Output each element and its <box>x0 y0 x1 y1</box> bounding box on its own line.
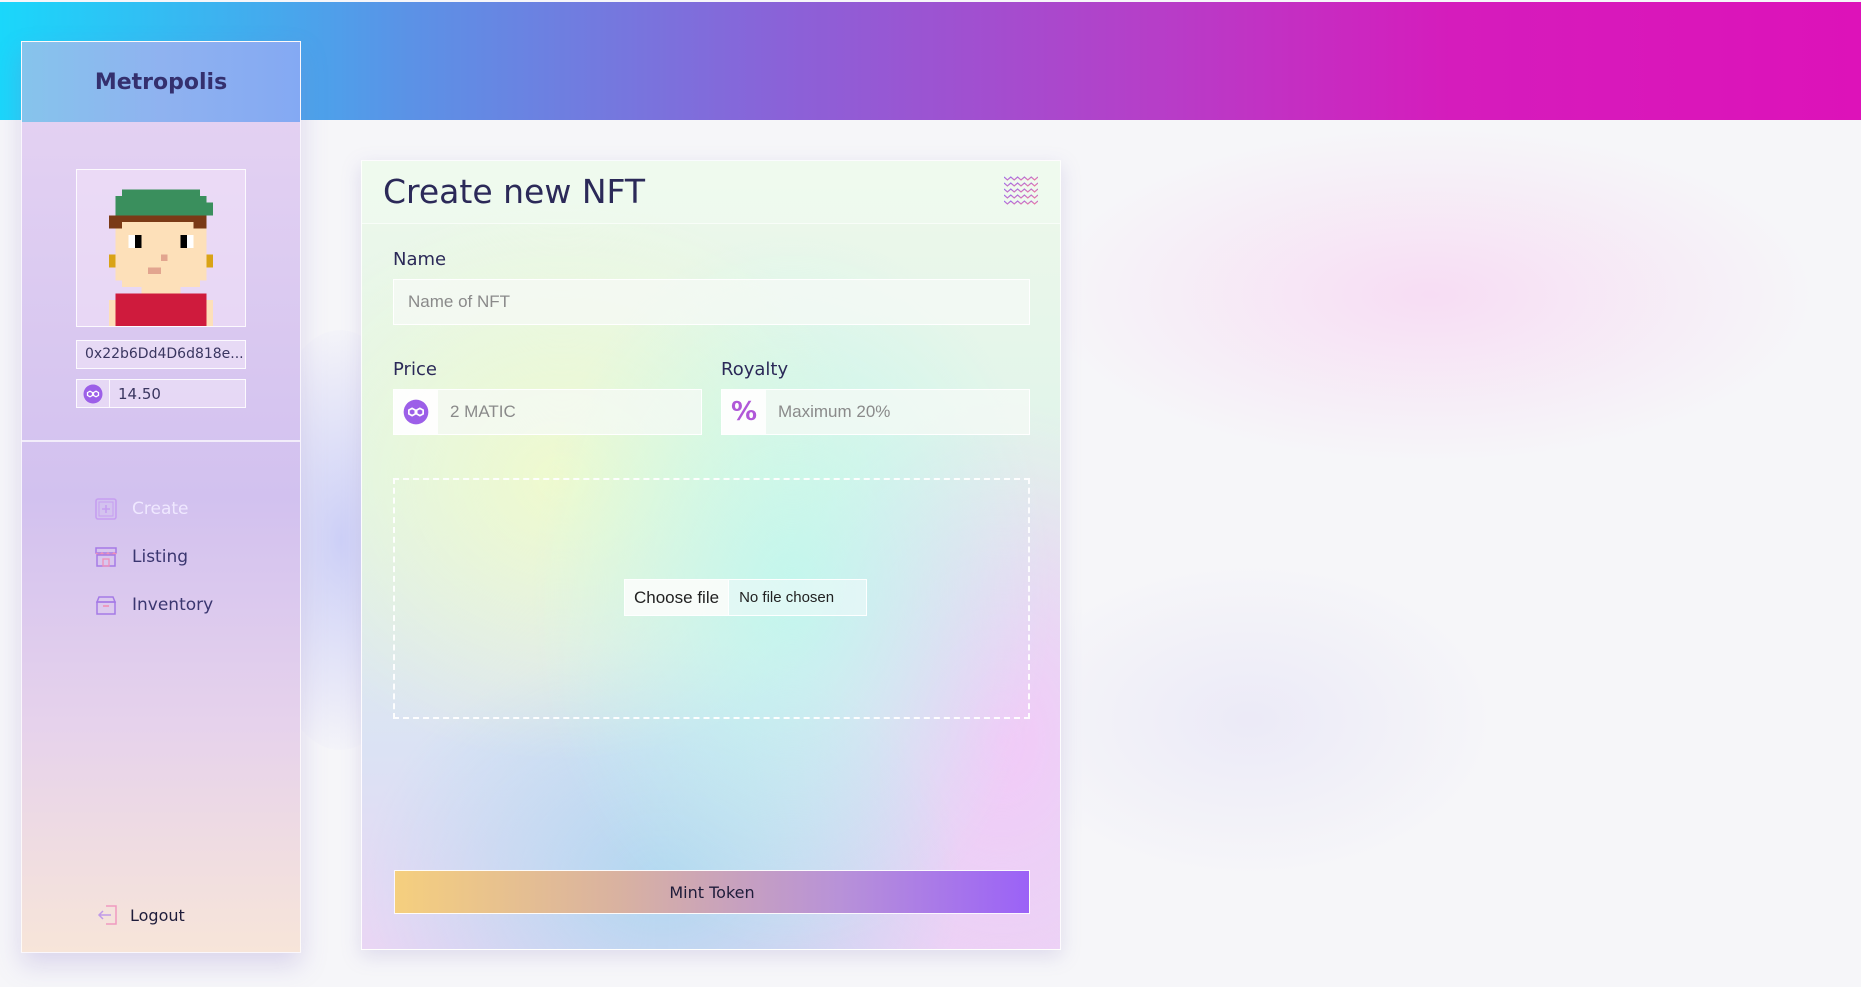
logout-icon <box>96 903 120 927</box>
price-label: Price <box>393 359 437 380</box>
wave-pattern-icon <box>1003 174 1039 208</box>
logout-button[interactable]: Logout <box>96 903 185 927</box>
sidebar-item-label: Inventory <box>132 595 214 615</box>
mint-token-button[interactable]: Mint Token <box>394 870 1030 914</box>
box-icon <box>94 593 118 617</box>
royalty-input[interactable] <box>766 390 1029 434</box>
sidebar-item-listing[interactable]: Listing <box>94 542 188 572</box>
name-label: Name <box>393 249 447 270</box>
price-input[interactable] <box>438 390 701 434</box>
page-title: Create new NFT <box>383 172 646 211</box>
create-square-icon <box>94 497 118 521</box>
percent-icon: % <box>722 390 766 434</box>
name-input[interactable] <box>393 279 1030 325</box>
background-lavender-glow <box>1000 560 1500 880</box>
pixel-avatar-icon <box>109 189 213 326</box>
wallet-address[interactable]: 0x22b6Dd4D6d818e... <box>76 340 246 369</box>
create-nft-card: Create new NFT Name Price <box>361 160 1061 950</box>
sidebar-item-label: Create <box>132 499 189 519</box>
polygon-icon <box>394 390 438 434</box>
logout-label: Logout <box>130 905 185 925</box>
choose-file-button[interactable]: Choose file <box>625 580 730 615</box>
sidebar-item-create[interactable]: Create <box>94 494 189 524</box>
file-input[interactable]: Choose file No file chosen <box>624 579 867 616</box>
file-status: No file chosen <box>739 589 835 606</box>
sidebar-item-label: Listing <box>132 547 189 567</box>
balance-field: 14.50 <box>76 379 246 408</box>
royalty-label: Royalty <box>721 359 789 380</box>
storefront-icon <box>94 545 118 569</box>
sidebar-header: Metropolis <box>22 42 300 122</box>
sidebar: Metropolis 0x22b6Dd4D6d818e... 14.50 Cre… <box>21 41 301 953</box>
royalty-field: % <box>721 389 1030 435</box>
card-header: Create new NFT <box>362 161 1060 224</box>
balance-value: 14.50 <box>118 384 161 403</box>
avatar <box>76 169 246 327</box>
file-dropzone[interactable]: Choose file No file chosen <box>393 478 1030 719</box>
sidebar-divider <box>22 440 300 442</box>
brand-name[interactable]: Metropolis <box>95 70 227 95</box>
background-pink-glow <box>1050 130 1810 460</box>
price-field <box>393 389 702 435</box>
sidebar-item-inventory[interactable]: Inventory <box>94 590 213 620</box>
polygon-icon <box>77 380 110 407</box>
